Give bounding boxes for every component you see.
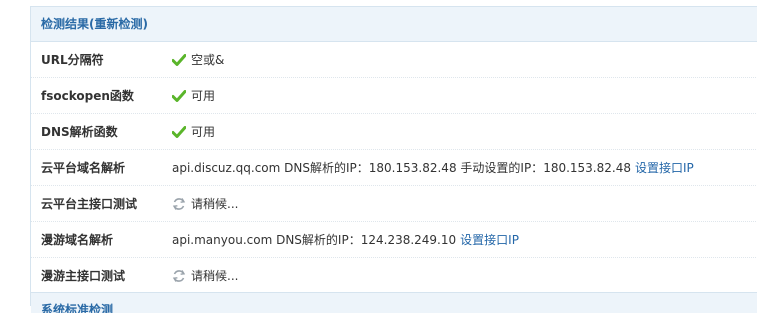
next-section-header[interactable]: 系统标准检测 — [31, 292, 757, 313]
status-text: 可用 — [191, 125, 216, 139]
row-cloud-interface-test: 云平台主接口测试 请稍候... — [31, 186, 757, 222]
domain-text: api.discuz.qq.com — [172, 160, 281, 175]
check-icon — [172, 53, 186, 66]
check-results-title[interactable]: 检测结果(重新检测) — [41, 17, 148, 31]
row-value: 可用 — [172, 123, 215, 140]
dns-ip-value: 180.153.82.48 — [368, 160, 457, 175]
row-value: 请稍候... — [172, 195, 238, 212]
refresh-spinner-icon — [172, 269, 186, 282]
row-value: 请稍候... — [172, 267, 238, 284]
row-manyou-interface-test: 漫游主接口测试 请稍候... — [31, 258, 757, 294]
row-label: 云平台域名解析 — [41, 161, 126, 175]
row-dns-function: DNS解析函数 可用 — [31, 114, 757, 150]
check-results-panel: 检测结果(重新检测) URL分隔符 空或& fsockopen函数 可用 DNS… — [30, 6, 757, 313]
check-results-header[interactable]: 检测结果(重新检测) — [31, 6, 757, 42]
row-fsockopen: fsockopen函数 可用 — [31, 78, 757, 114]
dns-ip-label: DNS解析的IP： — [284, 161, 369, 175]
row-url-separator: URL分隔符 空或& — [31, 42, 757, 78]
set-interface-ip-link[interactable]: 设置接口IP — [460, 231, 519, 248]
row-value: 可用 — [172, 87, 215, 104]
row-label: 云平台主接口测试 — [41, 197, 138, 211]
row-cloud-domain-resolve: 云平台域名解析 api.discuz.qq.com DNS解析的IP： 180.… — [31, 150, 757, 186]
row-label: fsockopen函数 — [41, 89, 134, 103]
row-label: 漫游域名解析 — [41, 233, 114, 247]
refresh-spinner-icon — [172, 197, 186, 210]
row-value: api.manyou.com DNS解析的IP： 124.238.249.10 … — [172, 231, 519, 248]
row-label: DNS解析函数 — [41, 125, 118, 139]
status-text: 请稍候... — [191, 197, 239, 211]
row-label: URL分隔符 — [41, 53, 104, 67]
dns-ip-value: 124.238.249.10 — [360, 232, 457, 247]
check-icon — [172, 125, 186, 138]
manual-ip-value: 180.153.82.48 — [543, 160, 631, 175]
status-text: 可用 — [191, 89, 216, 103]
check-icon — [172, 89, 186, 102]
next-section-title: 系统标准检测 — [41, 303, 114, 313]
row-manyou-domain-resolve: 漫游域名解析 api.manyou.com DNS解析的IP： 124.238.… — [31, 222, 757, 258]
row-value: 空或& — [172, 51, 224, 68]
status-text: 请稍候... — [191, 269, 239, 283]
manual-ip-label: 手动设置的IP： — [460, 161, 544, 175]
domain-text: api.manyou.com — [172, 232, 273, 247]
row-label: 漫游主接口测试 — [41, 269, 126, 283]
dns-ip-label: DNS解析的IP： — [276, 233, 361, 247]
row-value: api.discuz.qq.com DNS解析的IP： 180.153.82.4… — [172, 159, 694, 176]
status-text: 空或& — [191, 53, 225, 67]
set-interface-ip-link[interactable]: 设置接口IP — [635, 159, 694, 176]
